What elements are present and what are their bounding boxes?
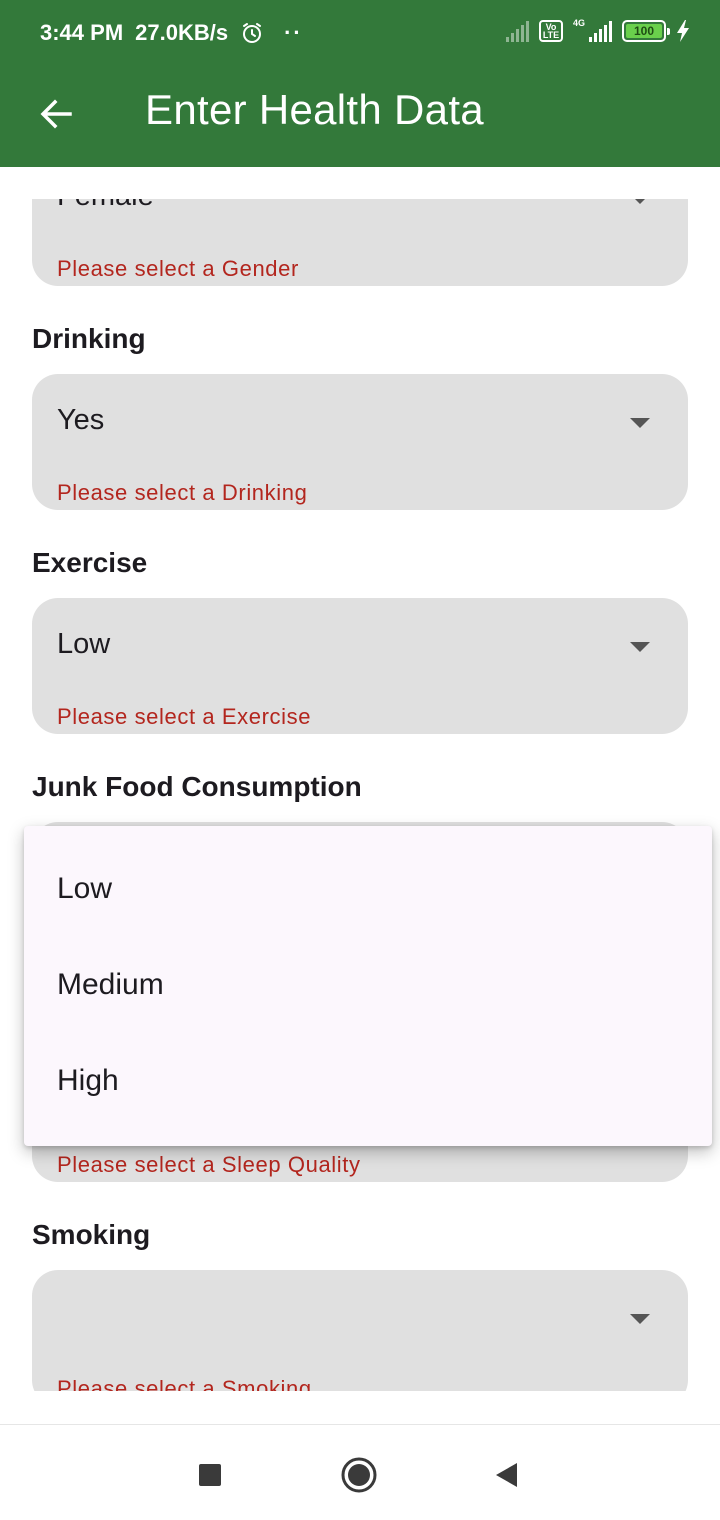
- gender-dropdown[interactable]: Female Please select a Gender: [32, 199, 688, 286]
- signal-sim1-icon: [505, 20, 529, 42]
- drinking-value: Yes: [57, 404, 105, 436]
- menu-option-high[interactable]: High: [24, 1034, 712, 1130]
- gender-value: Female: [57, 199, 154, 213]
- arrow-left-icon: [40, 99, 72, 129]
- notification-dots: ··: [284, 20, 303, 45]
- volte-icon: Vo LTE: [538, 20, 563, 42]
- exercise-label: Exercise: [32, 547, 148, 578]
- alarm-icon: [243, 23, 262, 43]
- caret-down-icon: [630, 1314, 650, 1324]
- battery-level: 100: [626, 24, 662, 38]
- status-right: Vo LTE 4G 100: [505, 18, 690, 42]
- menu-option-label: High: [57, 1064, 119, 1097]
- recents-button[interactable]: [188, 1453, 232, 1497]
- caret-down-icon: [630, 642, 650, 652]
- exercise-value: Low: [57, 628, 111, 660]
- menu-option-low[interactable]: Low: [24, 842, 712, 938]
- square-icon: [199, 1464, 221, 1486]
- status-time: 3:44 PM: [40, 20, 124, 45]
- drinking-label: Drinking: [32, 323, 146, 354]
- drinking-dropdown[interactable]: Yes Please select a Drinking: [32, 374, 688, 510]
- battery-icon: 100: [622, 20, 670, 42]
- junk-food-label: Junk Food Consumption: [32, 771, 362, 802]
- status-left: 3:44 PM 27.0KB/s ··: [40, 20, 303, 46]
- back-button[interactable]: [28, 86, 84, 142]
- circle-icon: [341, 1457, 377, 1493]
- system-nav-bar: [0, 1424, 720, 1520]
- smoking-error: Please select a Smoking: [57, 1376, 312, 1391]
- gender-error: Please select a Gender: [57, 256, 299, 281]
- junk-food-options-menu: Low Medium High: [24, 826, 712, 1146]
- menu-option-medium[interactable]: Medium: [24, 938, 712, 1034]
- smoking-dropdown[interactable]: Please select a Smoking: [32, 1270, 688, 1391]
- app-bar: Enter Health Data: [0, 68, 720, 167]
- drinking-error: Please select a Drinking: [57, 480, 308, 505]
- sleep-quality-error: Please select a Sleep Quality: [57, 1152, 361, 1177]
- form-scroll-area[interactable]: Female Please select a Gender Drinking Y…: [0, 199, 720, 1391]
- exercise-dropdown[interactable]: Low Please select a Exercise: [32, 598, 688, 734]
- status-net-speed: 27.0KB/s: [135, 20, 229, 45]
- caret-down-icon: [630, 199, 650, 204]
- triangle-back-icon: [496, 1463, 517, 1487]
- signal-sim2-icon: [589, 20, 612, 42]
- status-bar: 3:44 PM 27.0KB/s ·· Vo LTE 4G 100: [0, 0, 720, 68]
- caret-down-icon: [630, 418, 650, 428]
- home-button[interactable]: [337, 1453, 381, 1497]
- charging-icon: [677, 20, 689, 42]
- back-nav-button[interactable]: [484, 1453, 528, 1497]
- network-type: 4G: [572, 18, 585, 28]
- exercise-error: Please select a Exercise: [57, 704, 312, 729]
- menu-option-label: Medium: [57, 968, 164, 1001]
- smoking-label: Smoking: [32, 1219, 151, 1250]
- page-title: Enter Health Data: [145, 86, 484, 133]
- menu-option-label: Low: [57, 872, 113, 905]
